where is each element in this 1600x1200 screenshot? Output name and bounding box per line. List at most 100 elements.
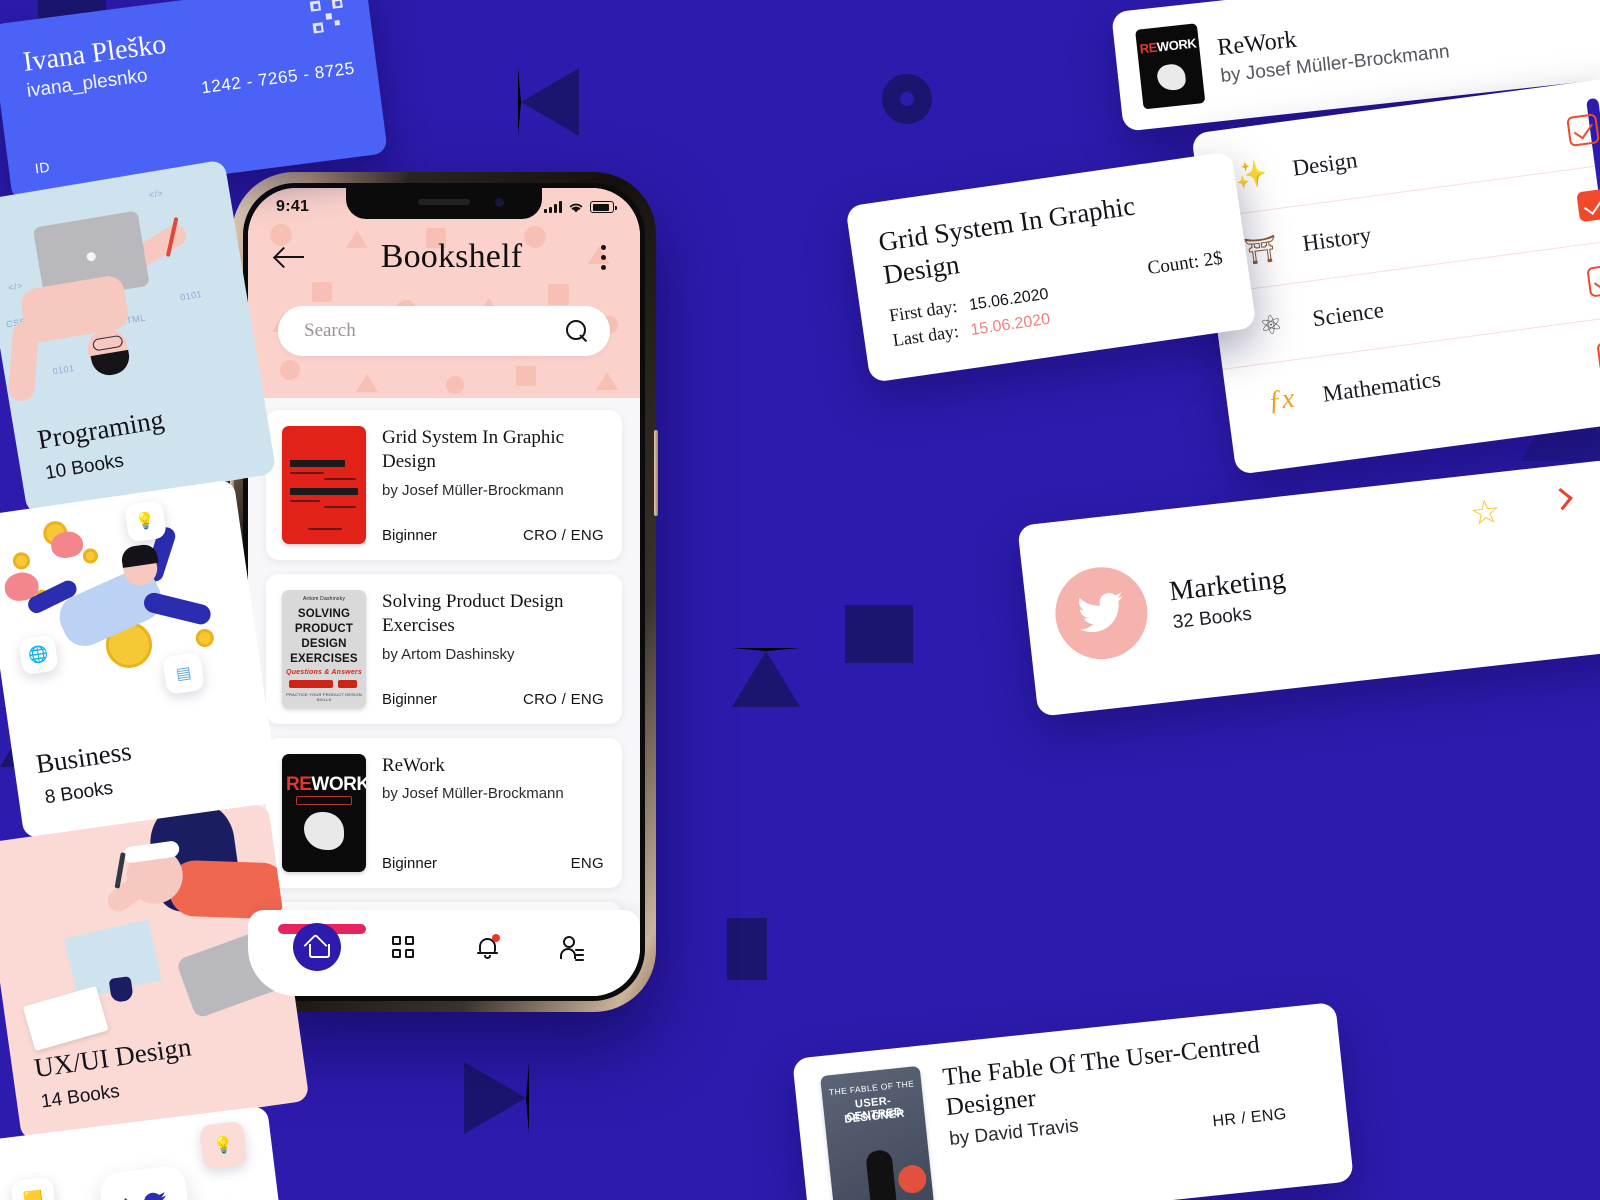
book-list-item[interactable]: REWORK ReWork by Josef Müller-Brockmann … xyxy=(266,738,622,888)
search-icon[interactable] xyxy=(566,320,588,342)
nav-notifications-button[interactable] xyxy=(464,924,510,970)
cover-sub-line xyxy=(308,528,342,530)
checkbox-design[interactable] xyxy=(1566,112,1600,147)
bg-square-2 xyxy=(845,605,913,663)
header-title-row: Bookshelf xyxy=(248,222,640,284)
back-arrow-icon[interactable] xyxy=(276,246,306,268)
cover-title-work: WORK xyxy=(1156,35,1198,55)
cover-title-re: RE xyxy=(1138,39,1158,57)
coin xyxy=(194,627,215,649)
bg-ring-top xyxy=(882,74,932,124)
confetti-square xyxy=(312,282,332,302)
book-author: by Josef Müller-Brockmann xyxy=(382,481,564,499)
last-day-label: Last day: xyxy=(891,320,961,351)
book-info: Grid System In Graphic Design by Josef M… xyxy=(382,426,604,544)
qr-code-icon[interactable] xyxy=(309,0,346,34)
category-label: Science xyxy=(1310,296,1386,331)
marketing-category-row-card[interactable]: Marketing 32 Books ☆ xyxy=(1017,459,1600,717)
twitter-icon xyxy=(98,1164,194,1200)
cover-author-line: Artiom Dashinsky xyxy=(302,596,346,602)
book-level: Biginner xyxy=(382,855,438,872)
page-title: Bookshelf xyxy=(380,238,523,275)
cover-box-line xyxy=(296,796,352,805)
cover-sub-line xyxy=(324,506,356,508)
book-list-item[interactable]: Artiom Dashinsky SOLVING PRODUCT DESIGN … xyxy=(266,574,622,724)
bottom-navigation[interactable] xyxy=(248,910,640,996)
id-label: ID xyxy=(33,158,52,177)
ink-bottle-illustration xyxy=(108,976,134,1003)
cover-sub-line xyxy=(290,472,324,474)
bg-triangle-top xyxy=(518,68,579,136)
notification-badge xyxy=(491,933,500,942)
coin xyxy=(81,547,99,565)
code-label: </> xyxy=(148,187,165,201)
globe-tile-icon: 🌐 xyxy=(18,634,59,676)
coin xyxy=(11,551,32,571)
book-meta: Biginner CRO / ENG xyxy=(382,517,604,544)
nav-home-button[interactable] xyxy=(293,923,342,971)
book-info: Solving Product Design Exercises by Arto… xyxy=(382,590,604,708)
fable-card-info: The Fable Of The User-Centred Designer b… xyxy=(941,1025,1326,1200)
cover-title-line xyxy=(290,460,345,467)
function-icon: ƒx xyxy=(1265,382,1297,417)
cover-silhouette xyxy=(865,1149,898,1200)
nav-profile-button[interactable] xyxy=(549,924,595,970)
grid-system-detail-card[interactable]: Grid System In Graphic Design Count: 2$ … xyxy=(845,151,1257,383)
checkbox-history[interactable] xyxy=(1576,188,1600,222)
confetti-triangle xyxy=(596,372,618,390)
book-language: ENG xyxy=(570,855,604,872)
cover-sub-line xyxy=(290,500,320,502)
business-illustration: 💡 🌐 ▤ xyxy=(0,479,280,838)
signal-bars-icon xyxy=(544,201,562,213)
cover-title-re: RE xyxy=(286,774,312,795)
checkbox-mathematics[interactable] xyxy=(1596,339,1600,373)
business-category-card[interactable]: 💡 🌐 ▤ Business 8 Books xyxy=(0,479,280,839)
book-meta: Biginner ENG xyxy=(382,845,604,872)
wallet-tile-icon: ▤ xyxy=(162,651,206,695)
confetti-square xyxy=(548,284,569,305)
fable-book-card[interactable]: THE FABLE OF THE USER-CENTRED DESIGNER T… xyxy=(792,1001,1354,1200)
search-bar[interactable] xyxy=(278,306,610,356)
front-camera xyxy=(495,198,504,207)
cover-subtitle: Questions & Answers xyxy=(286,669,362,676)
star-icon[interactable]: ☆ xyxy=(1468,492,1503,533)
wifi-icon xyxy=(569,203,583,212)
search-input[interactable] xyxy=(304,320,532,342)
book-list-item[interactable]: Grid System In Graphic Design by Josef M… xyxy=(266,410,622,560)
nav-categories-button[interactable] xyxy=(380,924,426,970)
category-label: History xyxy=(1300,221,1373,256)
confetti-circle xyxy=(280,360,300,380)
categories-checklist-card[interactable]: ✨ Design ⛩ History ⚛ Science ƒx Mathemat… xyxy=(1191,77,1600,475)
bg-triangle-bottom xyxy=(464,1062,529,1134)
bell-icon xyxy=(476,933,500,959)
kebab-menu-icon[interactable] xyxy=(597,241,610,274)
twitter-bird-glyph xyxy=(124,1192,167,1200)
phone-bezel: 9:41 Bookshelf Search Grid System In Gra… xyxy=(243,183,645,1001)
category-label: Mathematics xyxy=(1321,366,1443,407)
figure-leg xyxy=(141,590,213,627)
book-level: Biginner xyxy=(382,527,438,544)
atom-icon: ⚛ xyxy=(1257,308,1285,341)
cover-marker-illustration xyxy=(289,680,333,688)
book-author: by Josef Müller-Brockmann xyxy=(382,785,564,803)
cover-marker-cap xyxy=(338,680,357,688)
bg-square-3 xyxy=(727,918,767,980)
grid-icon xyxy=(391,936,414,958)
cover-title: REWORK xyxy=(286,774,366,796)
book-cover-rework: REWORK xyxy=(282,754,366,872)
checkbox-science[interactable] xyxy=(1586,263,1600,298)
cover-paper-ball xyxy=(304,812,344,850)
cover-title-work: WORK xyxy=(311,774,366,795)
book-list[interactable]: Grid System In Graphic Design by Josef M… xyxy=(248,398,640,996)
cover-line: EXERCISES xyxy=(290,653,358,665)
book-title: Grid System In Graphic Design xyxy=(382,427,565,473)
phone-screen: 9:41 Bookshelf Search Grid System In Gra… xyxy=(248,188,640,996)
phone-mockup: 9:41 Bookshelf Search Grid System In Gra… xyxy=(230,172,658,1012)
phone-power-button xyxy=(654,430,658,516)
chevron-right-icon[interactable] xyxy=(1550,487,1573,511)
book-level: Biginner xyxy=(382,691,438,708)
book-cover-grid-systems xyxy=(282,426,366,544)
detail-count-value: 2$ xyxy=(1202,247,1224,272)
phone-notch xyxy=(346,188,542,219)
user-list-icon xyxy=(559,935,584,961)
